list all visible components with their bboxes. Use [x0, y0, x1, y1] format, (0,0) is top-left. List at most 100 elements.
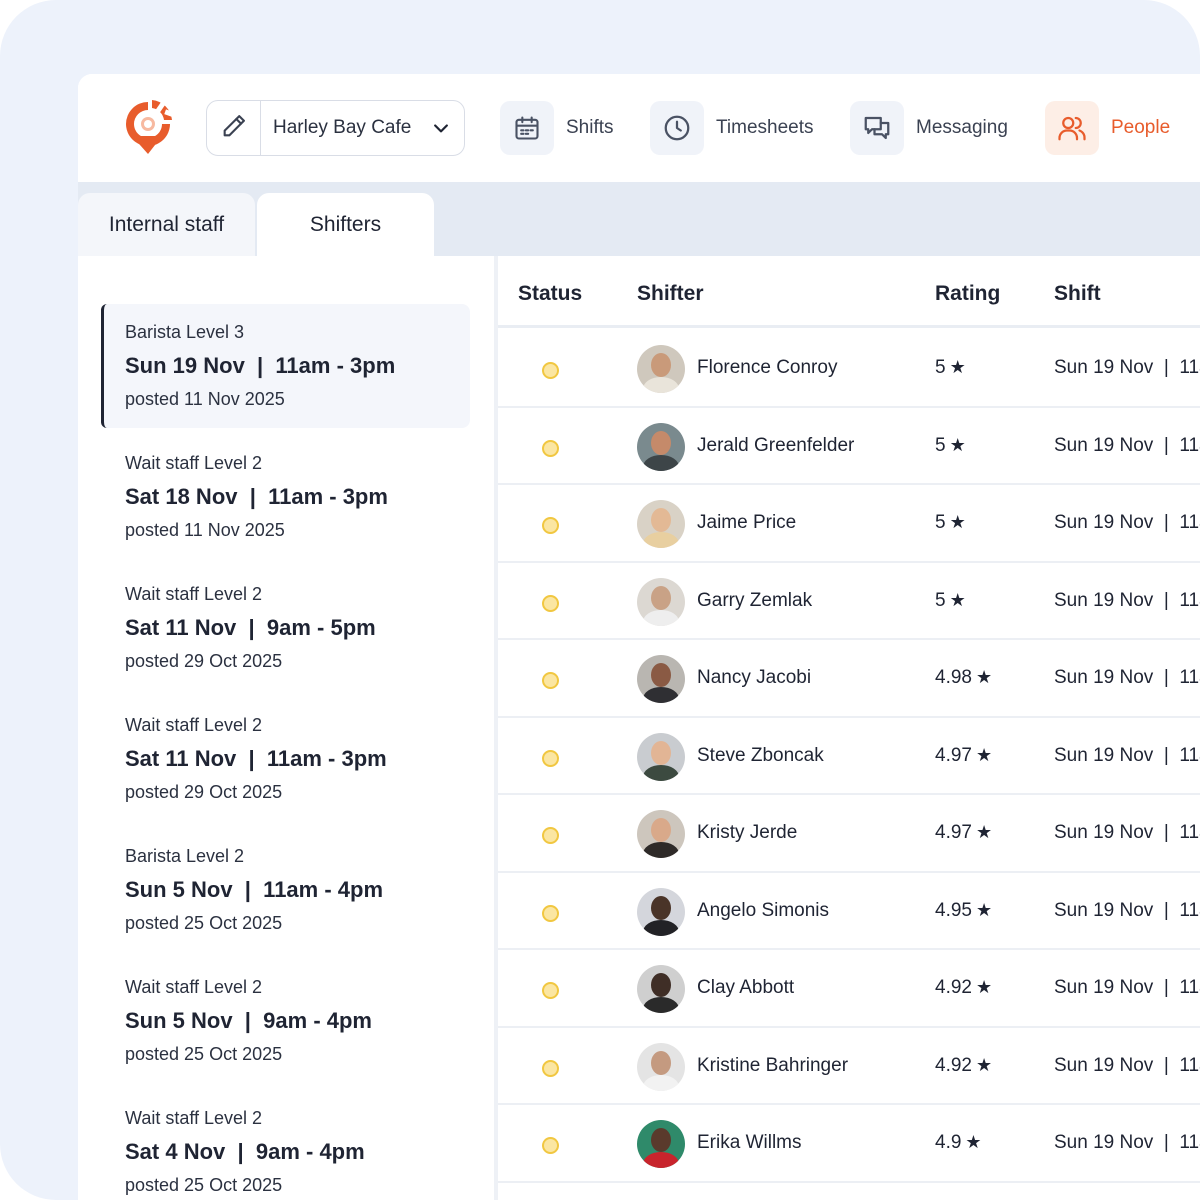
- tab-shifters[interactable]: Shifters: [257, 193, 434, 256]
- shift-list-item-selected[interactable]: Barista Level 3 Sun 19 Nov | 11am - 3pm …: [101, 304, 470, 428]
- shifter-name[interactable]: Erika Willms: [697, 1132, 802, 1154]
- star-icon: ★: [949, 512, 966, 532]
- shifter-name[interactable]: Jaime Price: [697, 512, 796, 534]
- status-pending-icon: [542, 517, 559, 534]
- shifter-shift: Sun 19 Nov | 11am: [1054, 977, 1200, 998]
- table-row[interactable]: Jerald Greenfelder 5★ Sun 19 Nov | 11am: [498, 408, 1200, 485]
- status-pending-icon: [542, 749, 559, 767]
- avatar[interactable]: [637, 1042, 685, 1091]
- star-icon: ★: [975, 977, 993, 997]
- shift-list-item[interactable]: Wait staff Level 2 Sat 11 Nov | 9am - 5p…: [101, 566, 470, 690]
- shift-list: Barista Level 3 Sun 19 Nov | 11am - 3pm …: [78, 256, 494, 1200]
- tabs-bar: Internal staff Shifters: [78, 182, 1200, 256]
- avatar[interactable]: [637, 345, 685, 393]
- shift-list-item[interactable]: Wait staff Level 2 Sat 11 Nov | 11am - 3…: [101, 697, 470, 821]
- table-row[interactable]: Kristy Jerde 4.97★ Sun 19 Nov | 11am: [498, 795, 1200, 873]
- table-header: Status Shifter Rating Shift: [498, 256, 1200, 328]
- pencil-icon: [220, 112, 248, 145]
- avatar[interactable]: [637, 810, 685, 858]
- shifter-shift: Sun 19 Nov | 11am: [1054, 899, 1200, 921]
- avatar[interactable]: [637, 887, 685, 936]
- shifter-rating: 4.97 ★: [935, 822, 993, 843]
- shift-role: Wait staff Level 2: [125, 584, 263, 604]
- shift-role: Wait staff Level 2: [125, 453, 263, 473]
- nav-messaging[interactable]: Messaging: [850, 101, 1008, 155]
- shift-time: Sat 4 Nov | 9am - 4pm: [125, 1139, 365, 1164]
- nav-shifts[interactable]: Shifts: [500, 101, 614, 155]
- shift-posted-date: posted 25 Oct 2025: [125, 1175, 283, 1195]
- shifter-shift: Sun 19 Nov | 11am: [1054, 589, 1200, 611]
- avatar[interactable]: [637, 655, 685, 703]
- status-pending-icon: [542, 982, 559, 999]
- table-row[interactable]: Erika Willms 4.9★ Sun 19 Nov | 11am: [498, 1105, 1200, 1183]
- shifter-rating: 4.95 ★: [935, 899, 993, 921]
- table-row[interactable]: Nancy Jacobi 4.98★ Sun 19 Nov | 11am: [498, 640, 1200, 718]
- shifter-shift: Sun 19 Nov | 11am: [1054, 434, 1200, 456]
- chevron-down-icon[interactable]: [418, 118, 464, 138]
- status-pending-icon: [542, 904, 559, 922]
- avatar[interactable]: [637, 732, 685, 781]
- nav-shifts-label: Shifts: [566, 117, 614, 138]
- venue-name: Harley Bay Cafe: [273, 117, 412, 138]
- nav-timesheets-label: Timesheets: [716, 117, 814, 138]
- shift-list-item[interactable]: Wait staff Level 2 Sat 4 Nov | 9am - 4pm…: [101, 1090, 470, 1200]
- shift-list-item[interactable]: Barista Level 2 Sun 5 Nov | 11am - 4pm p…: [101, 828, 470, 952]
- avatar[interactable]: [637, 965, 685, 1013]
- table-row[interactable]: Clay Abbott 4.92★ Sun 19 Nov | 11am: [498, 950, 1200, 1028]
- column-header-shifter[interactable]: Shifter: [637, 282, 704, 306]
- table-row[interactable]: Kristine Bahringer 4.92 ★ Sun 19 Nov | 11…: [498, 1028, 1200, 1105]
- tab-internal-staff[interactable]: Internal staff: [78, 193, 255, 256]
- venue-selector[interactable]: Harley Bay Cafe: [206, 100, 465, 156]
- brand-logo-icon[interactable]: [122, 98, 178, 156]
- shifter-name[interactable]: Steve Zboncak: [697, 745, 824, 767]
- shifters-table: Status Shifter Rating Shift Florence Con…: [498, 256, 1200, 1200]
- calendar-icon: [500, 101, 554, 155]
- avatar[interactable]: [637, 1120, 685, 1168]
- column-header-status[interactable]: Status: [518, 282, 582, 306]
- column-header-rating[interactable]: Rating: [935, 282, 1000, 306]
- star-icon: ★: [975, 822, 993, 842]
- table-row[interactable]: Angelo Simonis 4.95★ Sun 19 Nov | 11am: [498, 873, 1200, 950]
- star-icon: ★: [975, 1054, 993, 1075]
- nav-timesheets[interactable]: Timesheets: [650, 101, 814, 155]
- shifter-name[interactable]: Nancy Jacobi: [697, 667, 811, 689]
- table-row[interactable]: Steve Zboncak 4.97★ Sun 19 Nov | 11am: [498, 718, 1200, 795]
- avatar[interactable]: [637, 500, 685, 548]
- shift-list-item[interactable]: Wait staff Level 2 Sun 5 Nov | 9am - 4pm…: [101, 959, 470, 1083]
- shifter-rating: 5 ★: [935, 357, 966, 378]
- shifter-name[interactable]: Angelo Simonis: [697, 900, 829, 922]
- shifter-name[interactable]: Clay Abbott: [697, 977, 794, 999]
- shift-posted-date: posted 29 Oct 2025: [125, 782, 283, 802]
- shifter-name[interactable]: Jerald Greenfelder: [697, 435, 854, 457]
- shifter-name[interactable]: Garry Zemlak: [697, 590, 812, 612]
- shift-time: Sat 11 Nov | 9am - 5pm: [125, 615, 376, 640]
- star-icon: ★: [949, 589, 966, 610]
- table-row[interactable]: Florence Conroy 5★ Sun 19 Nov | 11am: [498, 330, 1200, 408]
- table-row[interactable]: Garry Zemlak 5★ Sun 19 Nov | 11am: [498, 563, 1200, 640]
- status-pending-icon: [542, 827, 559, 844]
- star-icon: ★: [975, 667, 993, 687]
- shifter-name[interactable]: Florence Conroy: [697, 357, 837, 379]
- shifter-rating: 5 ★: [935, 512, 966, 533]
- avatar[interactable]: [637, 422, 685, 471]
- column-header-shift[interactable]: Shift: [1054, 282, 1101, 306]
- shifter-name[interactable]: Kristine Bahringer: [697, 1055, 848, 1077]
- status-pending-icon: [542, 362, 559, 379]
- status-pending-icon: [542, 439, 559, 457]
- shifter-rating: 5 ★: [935, 434, 966, 456]
- shift-list-item[interactable]: Wait staff Level 2 Sat 18 Nov | 11am - 3…: [101, 435, 470, 559]
- shifter-rating: 5 ★: [935, 589, 966, 611]
- shifter-name[interactable]: Kristy Jerde: [697, 822, 797, 844]
- shift-posted-date: posted 11 Nov 2025: [125, 389, 285, 409]
- star-icon: ★: [975, 899, 993, 920]
- edit-venue-button[interactable]: [207, 101, 261, 155]
- table-row[interactable]: Jaime Price 5★ Sun 19 Nov | 11am: [498, 485, 1200, 563]
- shift-time: Sat 11 Nov | 11am - 3pm: [125, 746, 387, 771]
- nav-messaging-label: Messaging: [916, 117, 1008, 138]
- nav-people[interactable]: People: [1045, 101, 1170, 155]
- shifter-shift: Sun 19 Nov | 11am: [1054, 744, 1200, 766]
- nav-people-label: People: [1111, 117, 1171, 138]
- avatar[interactable]: [637, 577, 685, 626]
- shift-role: Barista Level 3: [125, 322, 245, 342]
- shifter-rating: 4.98 ★: [935, 667, 993, 688]
